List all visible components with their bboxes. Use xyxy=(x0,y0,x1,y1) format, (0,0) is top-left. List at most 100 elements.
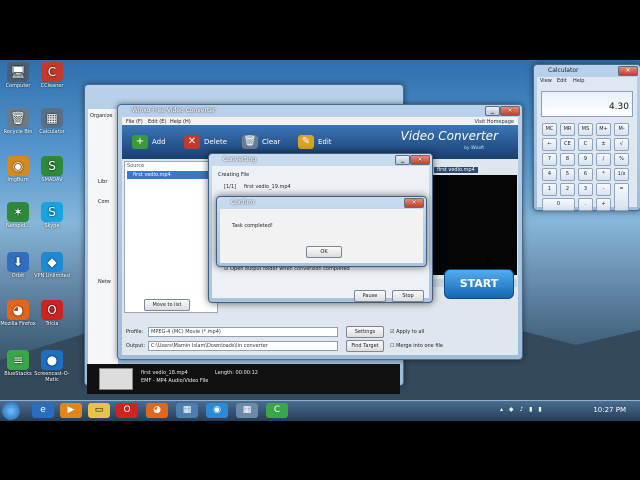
calculator-titlebar[interactable]: Calculator ✕ xyxy=(534,65,640,76)
preview-label: first vedio.mp4 xyxy=(434,167,478,173)
opera-icon: O xyxy=(41,300,63,320)
converting-close-button[interactable]: ✕ xyxy=(410,155,430,165)
calc-key[interactable]: . xyxy=(578,198,593,211)
brand-title: Video Converter xyxy=(400,129,498,143)
explorer-sidebar-item[interactable]: Com xyxy=(98,199,109,205)
preview-pane xyxy=(422,175,517,275)
output-path-field[interactable]: C:\Users\Mamin Islam\Downloads\lin conve… xyxy=(148,341,338,351)
confirm-dialog[interactable]: Confirm ✕ Task completed! OK xyxy=(216,196,427,267)
app-taskbar-icon[interactable]: ▦ xyxy=(176,403,198,418)
calc-key[interactable]: MS xyxy=(578,123,593,136)
calc-key[interactable]: 3 xyxy=(578,183,593,196)
profile-select[interactable]: MPEG-4 (MC) Movie (*.mp4) xyxy=(148,327,338,337)
apply-to-all-checkbox[interactable]: ☑ Apply to all xyxy=(390,329,424,335)
calc-key[interactable]: + xyxy=(596,198,611,211)
start-button[interactable]: START xyxy=(444,269,514,299)
calc-key[interactable]: 2 xyxy=(560,183,575,196)
source-file-row[interactable]: first vedio.mp4 xyxy=(127,171,213,179)
calc-key[interactable]: CE xyxy=(560,138,575,151)
source-list[interactable]: Source first vedio.mp4 xyxy=(124,161,218,313)
find-target-button[interactable]: Find Target xyxy=(346,340,384,352)
desktop-icon-vpn[interactable]: ◆ VPN Unlimited xyxy=(32,252,72,279)
merge-checkbox[interactable]: ☐ Merge into one file xyxy=(390,343,443,349)
file-thumbnail xyxy=(99,368,133,390)
trash-icon: 🗑 xyxy=(242,135,258,149)
edit-button[interactable]: ✎ Edit xyxy=(298,133,332,151)
desktop-icon-skype[interactable]: S Skype xyxy=(32,202,72,229)
settings-button[interactable]: Settings xyxy=(346,326,384,338)
calc-key[interactable]: 9 xyxy=(578,153,593,166)
firefox-icon: ◕ xyxy=(7,300,29,320)
converting-minimize-button[interactable]: _ xyxy=(395,155,410,165)
calculator-close-button[interactable]: ✕ xyxy=(618,66,638,76)
calc-key[interactable]: 1 xyxy=(542,183,557,196)
calc-key[interactable]: 5 xyxy=(560,168,575,181)
computer-icon: 🖥 xyxy=(7,62,29,82)
confirm-close-button[interactable]: ✕ xyxy=(404,198,424,208)
media-player-icon[interactable]: ▶ xyxy=(60,403,82,418)
calc-menu-edit[interactable]: Edit xyxy=(557,78,567,84)
calc-menu-view[interactable]: View xyxy=(540,78,552,84)
calculator-window[interactable]: Calculator ✕ View Edit Help 4.30 MC MR MS M… xyxy=(533,64,640,211)
desktop-icon-calculator[interactable]: ▦ Calculator xyxy=(32,108,72,135)
add-button[interactable]: + Add xyxy=(132,133,166,151)
orbit-icon: ⬇ xyxy=(7,252,29,272)
clear-button[interactable]: 🗑 Clear xyxy=(242,133,280,151)
converter-titlebar[interactable]: Winxo Free Video Converter _ ✕ xyxy=(118,105,522,116)
network-taskbar-icon[interactable]: ◉ xyxy=(206,403,228,418)
converting-titlebar[interactable]: Converting _ ✕ xyxy=(209,154,432,165)
opera-taskbar-icon[interactable]: O xyxy=(116,403,138,418)
clock[interactable]: 10:27 PM xyxy=(593,406,626,414)
system-tray-icons[interactable]: ▴ ◆ ♪ ▮ ▮ xyxy=(500,406,544,413)
calc-key[interactable]: 1/x xyxy=(614,168,629,181)
stop-button[interactable]: Stop xyxy=(392,290,424,302)
calc-key[interactable]: / xyxy=(596,153,611,166)
calc-key[interactable]: ± xyxy=(596,138,611,151)
calc-key[interactable]: √ xyxy=(614,138,629,151)
calc-menu-help[interactable]: Help xyxy=(573,78,584,84)
calculator-taskbar-icon[interactable]: ▦ xyxy=(236,403,258,418)
move-to-list-button[interactable]: Move to list xyxy=(144,299,190,311)
calc-key[interactable]: 0 xyxy=(542,198,575,211)
calc-key[interactable]: MC xyxy=(542,123,557,136)
calc-key[interactable]: % xyxy=(614,153,629,166)
calc-key[interactable]: C xyxy=(578,138,593,151)
desktop-icon-smadav[interactable]: S SMADAV xyxy=(32,156,72,183)
calc-key[interactable]: 6 xyxy=(578,168,593,181)
calc-key[interactable]: ← xyxy=(542,138,557,151)
converting-file-name: first vedio_19.mp4 xyxy=(244,184,291,190)
firefox-taskbar-icon[interactable]: ◕ xyxy=(146,403,168,418)
delete-button[interactable]: ✕ Delete xyxy=(184,133,227,151)
calc-key[interactable]: * xyxy=(596,168,611,181)
desktop-icon-label: SMADAV xyxy=(41,177,63,183)
calc-key[interactable]: 8 xyxy=(560,153,575,166)
desktop-icon-opera[interactable]: O Tricia xyxy=(32,300,72,327)
calc-key[interactable]: - xyxy=(596,183,611,196)
start-orb-icon[interactable] xyxy=(2,402,20,420)
calc-key[interactable]: 7 xyxy=(542,153,557,166)
calc-key[interactable]: M+ xyxy=(596,123,611,136)
pause-button[interactable]: Pause xyxy=(354,290,386,302)
desktop-icon-label: Skype xyxy=(44,223,60,229)
add-label: Add xyxy=(152,138,166,146)
desktop-icon-screencast[interactable]: ● Screencast-O-Matic xyxy=(32,350,72,383)
explorer-sidebar-item[interactable]: Organize xyxy=(90,113,112,119)
explorer-sidebar-item[interactable]: Libr xyxy=(98,179,107,185)
calc-key[interactable]: MR xyxy=(560,123,575,136)
calc-key[interactable]: 4 xyxy=(542,168,557,181)
minimize-button[interactable]: _ xyxy=(485,106,500,116)
creating-file-label: Creating File xyxy=(218,172,250,178)
ok-button[interactable]: OK xyxy=(306,246,342,258)
converter-taskbar-icon[interactable]: C xyxy=(266,403,288,418)
ie-icon[interactable]: e xyxy=(32,403,54,418)
recycle-bin-icon: 🗑 xyxy=(7,108,29,128)
explorer-sidebar-item[interactable]: Netw xyxy=(98,279,111,285)
confirm-titlebar[interactable]: Confirm ✕ xyxy=(217,197,426,208)
calc-key[interactable]: M- xyxy=(614,123,629,136)
ccleaner-icon: C xyxy=(41,62,63,82)
calculator-body: View Edit Help 4. 30 MC MR MS M+ M- ← CE C ± √ 7 8 9/… xyxy=(537,77,637,211)
desktop-icon-ccleaner[interactable]: C CCleaner xyxy=(32,62,72,89)
calc-key[interactable]: = xyxy=(614,183,629,211)
close-button[interactable]: ✕ xyxy=(500,106,520,116)
folder-icon[interactable]: ▭ xyxy=(88,403,110,418)
